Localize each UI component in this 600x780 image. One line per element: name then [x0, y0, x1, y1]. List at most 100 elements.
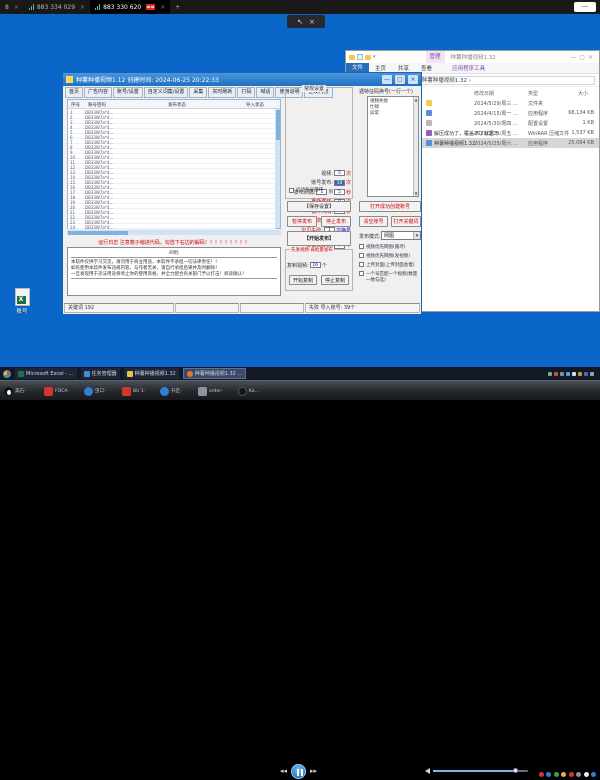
tray-icon[interactable] — [569, 772, 574, 777]
table-row[interactable]: 24 DB33W7a*4… — [68, 224, 276, 229]
tray-icon[interactable] — [566, 372, 570, 376]
app-tab[interactable]: 自定义词集/设置 — [144, 87, 189, 98]
remote-tab-partial[interactable]: 8 × — [0, 0, 24, 14]
minimize-icon[interactable]: — — [570, 54, 579, 61]
scroll-thumb[interactable] — [276, 110, 280, 140]
taskbar-window-button[interactable]: 种薯种播视频1.32 — [124, 368, 179, 379]
app-tab[interactable]: 喊话 — [256, 87, 274, 98]
host-taskbar-button[interactable]: FOCA- — [44, 384, 69, 398]
tray-icon[interactable] — [554, 372, 558, 376]
start-copy-button[interactable]: 开始复制 — [289, 275, 317, 285]
app-window-controls[interactable]: — ▢ × — [382, 75, 418, 84]
host-taskbar-button[interactable]: 美石- — [4, 384, 26, 398]
remote-session-tab[interactable]: 883 330 620 × — [90, 0, 170, 14]
host-taskbar-button[interactable]: 升区- — [160, 384, 182, 398]
listbox-scrollbar[interactable]: ▲ ▼ — [413, 97, 418, 196]
option-checkbox-2[interactable]: 视频优先网图(发视频) — [359, 253, 421, 259]
explorer-window-controls[interactable]: —▢× — [570, 54, 596, 61]
horizontal-scrollbar[interactable] — [67, 230, 281, 235]
save-settings-button[interactable]: 【保存设置】 — [287, 201, 351, 212]
next-track-icon[interactable]: ▸▸ — [310, 767, 317, 775]
feature-word[interactable]: 异常 — [370, 110, 388, 116]
field-input[interactable]: 16 — [310, 262, 321, 268]
open-success-accounts-button[interactable]: 打开成功创建账号 — [359, 201, 421, 212]
close-icon[interactable]: × — [309, 18, 315, 26]
tray-icon[interactable] — [560, 372, 564, 376]
field-input-2[interactable]: 5 — [334, 189, 345, 195]
tray-icon[interactable] — [591, 772, 596, 777]
tray-icon[interactable] — [578, 372, 582, 376]
close-icon[interactable]: × — [80, 4, 85, 11]
close-icon[interactable]: × — [160, 4, 165, 11]
stop-publish-button[interactable]: 停止发布 — [321, 216, 351, 227]
host-taskbar-button[interactable]: order- — [198, 384, 222, 398]
vertical-scrollbar[interactable] — [275, 109, 280, 228]
quick-access-toolbar[interactable]: ▾ — [349, 54, 376, 60]
chrome-icon[interactable] — [3, 370, 11, 378]
close-icon[interactable]: × — [408, 75, 418, 84]
host-taskbar-button[interactable]: Ka… — [238, 384, 259, 398]
column-date[interactable]: 修改日期 — [474, 90, 494, 97]
tab-app-tools[interactable]: 应用程序工具 — [446, 64, 491, 72]
column-type[interactable]: 类型 — [528, 90, 538, 97]
volume-slider[interactable] — [433, 770, 528, 772]
open-keywords-button[interactable]: 打开关键词 — [391, 216, 421, 227]
app-tab[interactable]: 账号/设置 — [113, 87, 143, 98]
app-tab[interactable]: 实时刷新 — [208, 87, 236, 98]
cursor-icon[interactable]: ↖ — [297, 18, 303, 26]
option-checkbox-3[interactable]: 上传封面(上传封面会慢) — [359, 262, 421, 268]
pause-publish-button[interactable]: 暂停发布 — [287, 216, 317, 227]
close-icon[interactable]: × — [14, 4, 19, 11]
remote-overlay-toolbar[interactable]: ↖ × — [287, 15, 325, 28]
app-tab[interactable]: 广告内容 — [84, 87, 112, 98]
host-taskbar-button[interactable]: 虫口- — [84, 384, 106, 398]
checkbox-icon[interactable] — [289, 188, 294, 193]
desktop-icon-excel[interactable]: 账号 — [4, 288, 40, 315]
field-input[interactable]: 5 — [334, 170, 345, 176]
checkbox-icon[interactable] — [359, 244, 364, 249]
option-checkbox-4[interactable]: 一个号匹配一个视频(数量一致勾选) — [359, 271, 421, 283]
tray-icon[interactable] — [576, 772, 581, 777]
tray-icon[interactable] — [572, 372, 576, 376]
tray-icon[interactable] — [590, 372, 594, 376]
checkbox-icon[interactable] — [359, 262, 364, 267]
publish-mode-select[interactable]: 网图 ▾ — [381, 231, 421, 240]
taskbar-window-button[interactable]: 种薯种播视频1.32 … — [183, 368, 247, 379]
field-input[interactable]: 10 — [334, 180, 345, 186]
feature-word-listbox[interactable]: 视频失败忙碌异常 ▲ ▼ — [367, 96, 419, 197]
column-publish-status[interactable]: 发布状态 — [168, 102, 186, 108]
new-session-button[interactable]: + — [170, 0, 185, 14]
minimize-button[interactable]: — — [574, 2, 596, 12]
app-titlebar[interactable]: 种薯种播视频1.12 创建时间: 2024-06-25 20:22:33 — ▢… — [63, 73, 421, 86]
scroll-up-icon[interactable]: ▲ — [415, 97, 418, 102]
tray-icon[interactable] — [584, 372, 588, 376]
column-size[interactable]: 大小 — [578, 90, 588, 97]
maximize-icon[interactable]: ▢ — [579, 54, 588, 61]
pause-button[interactable] — [291, 764, 306, 779]
tab-view[interactable]: 查看 — [415, 64, 438, 72]
app-tab[interactable]: 首页 — [65, 87, 83, 98]
clear-accounts-button[interactable]: 清空账号 — [359, 216, 388, 227]
column-import-status[interactable]: 导入状态 — [246, 102, 264, 108]
tray-icon[interactable] — [539, 772, 544, 777]
scroll-down-icon[interactable]: ▼ — [415, 191, 418, 196]
close-icon[interactable]: × — [588, 54, 596, 61]
app-tab[interactable]: 采集 — [189, 87, 207, 98]
tray-icon[interactable] — [554, 772, 559, 777]
option-checkbox-1[interactable]: 视频优先网图(循环) — [359, 244, 421, 250]
checkbox-icon[interactable] — [359, 271, 364, 276]
taskbar-window-button[interactable]: 任务管理器 — [81, 368, 120, 379]
previous-track-icon[interactable]: ◂◂ — [280, 767, 287, 775]
remote-session-tab[interactable]: 883 334 029 × — [24, 0, 90, 14]
tray-icon[interactable] — [548, 372, 552, 376]
explorer-titlebar[interactable]: ▾ 管理 种薯种播视频1.32 —▢× — [346, 51, 599, 63]
column-account[interactable]: 账号密码 — [88, 102, 106, 108]
loop-account-checkbox[interactable]: 启动账号循环 — [289, 187, 323, 193]
maximize-icon[interactable]: ▢ — [395, 75, 405, 84]
chevron-down-icon[interactable]: ▾ — [413, 232, 420, 239]
start-publish-button[interactable]: 【开始发布】 — [287, 231, 351, 246]
tab-home[interactable]: 主页 — [369, 64, 392, 72]
chevron-down-icon[interactable]: ▾ — [373, 54, 376, 60]
taskbar-window-button[interactable]: Microsoft Excel - … — [15, 368, 77, 379]
column-index[interactable]: 序号 — [71, 102, 80, 108]
